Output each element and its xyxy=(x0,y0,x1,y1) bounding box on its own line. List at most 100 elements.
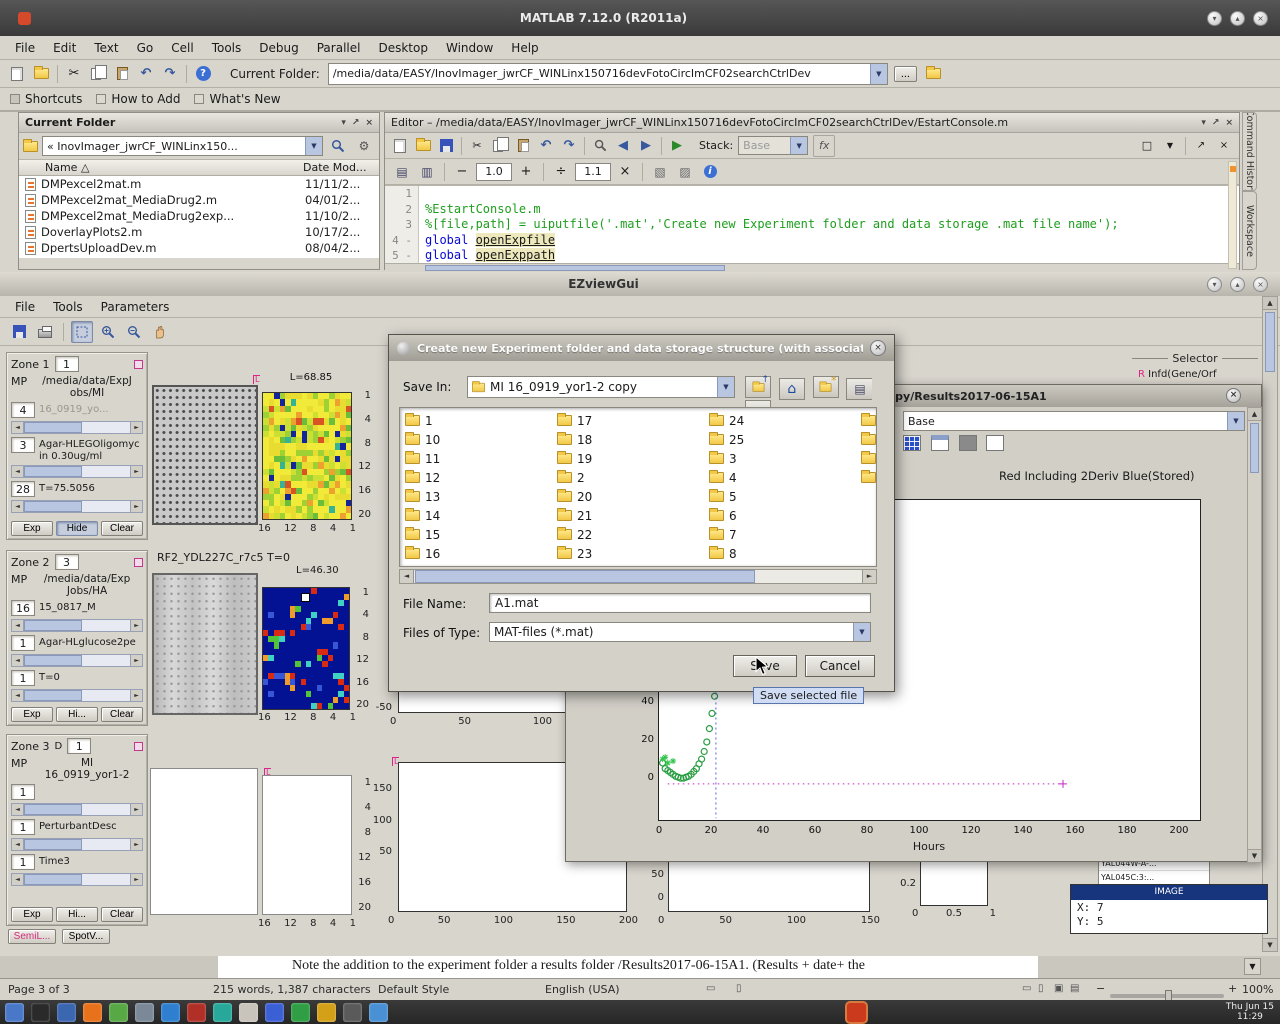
dropdown-icon[interactable]: ▼ xyxy=(1227,412,1244,430)
file-row[interactable]: DMPexcel2mat.m11/11/2... xyxy=(19,176,379,192)
split-cell-icon[interactable]: ▥ xyxy=(416,161,438,183)
folder-list-horizontal-scrollbar[interactable]: ◄ ► xyxy=(399,569,877,584)
results-vertical-scrollbar[interactable]: ▲ ▼ xyxy=(1247,407,1262,863)
zone2-field-3[interactable]: 1 xyxy=(11,670,35,686)
folder-item[interactable]: 15 xyxy=(405,525,557,544)
zone3-slider-1[interactable]: ◄► xyxy=(11,803,143,816)
redo-icon[interactable]: ↷ xyxy=(558,135,580,157)
new-file-icon[interactable] xyxy=(389,135,411,157)
find-icon[interactable] xyxy=(589,135,611,157)
open-file-icon[interactable] xyxy=(412,135,434,157)
folder-item[interactable]: 11 xyxy=(405,449,557,468)
undock-icon[interactable]: ↗ xyxy=(352,118,360,128)
copy-icon[interactable] xyxy=(489,135,511,157)
files-of-type-combo[interactable]: MAT-files (*.mat) ▼ xyxy=(489,622,871,642)
taskbar-app-mail[interactable] xyxy=(187,1003,206,1022)
slider-thumb[interactable] xyxy=(24,804,82,815)
folder-item[interactable]: 18 xyxy=(557,430,709,449)
zone1-heatmap[interactable] xyxy=(262,392,352,520)
back-icon[interactable]: ◀ xyxy=(612,135,634,157)
taskbar-app-calc[interactable] xyxy=(291,1003,310,1022)
shortcut-how-to-add[interactable]: How to Add xyxy=(96,92,180,106)
browse-folder-button[interactable]: ... xyxy=(894,66,917,82)
matlab-menu-help[interactable]: Help xyxy=(502,38,547,58)
spotview-button[interactable]: SpotV... xyxy=(62,929,110,944)
zoom-in-icon[interactable]: + xyxy=(1228,982,1237,995)
tab-command-history[interactable]: Command History xyxy=(1242,112,1257,191)
save-icon[interactable] xyxy=(435,135,457,157)
taskbar-app-firefox[interactable] xyxy=(83,1003,102,1022)
file-list-header[interactable]: Name △ Date Mod... xyxy=(19,160,379,176)
redo-icon[interactable]: ↷ xyxy=(159,63,181,85)
zone2-plate-image[interactable] xyxy=(152,573,258,715)
folder-item[interactable]: 22 xyxy=(557,525,709,544)
selected-cell-marker[interactable] xyxy=(301,593,310,602)
zone3-hide-button[interactable]: Hi... xyxy=(56,907,98,922)
single-page-view-icon[interactable]: ▭ xyxy=(1022,983,1031,994)
open-file-icon[interactable] xyxy=(30,63,52,85)
scroll-up-icon[interactable]: ▲ xyxy=(1263,297,1277,310)
matlab-menu-cell[interactable]: Cell xyxy=(162,38,202,58)
sort-ascending-icon[interactable]: △ xyxy=(81,161,89,174)
slider-thumb[interactable] xyxy=(24,690,82,701)
close-icon[interactable]: × xyxy=(1253,11,1268,26)
cell-value-2[interactable]: 1.1 xyxy=(575,163,611,181)
info-icon[interactable]: i xyxy=(699,161,721,183)
print-icon[interactable] xyxy=(34,321,56,343)
zone2-clear-button[interactable]: Clear xyxy=(101,707,143,722)
status-paragraph-style[interactable]: Default Style xyxy=(378,983,449,996)
close-panel-icon[interactable]: × xyxy=(365,118,373,128)
divide-icon[interactable]: ÷ xyxy=(550,161,572,183)
pan-hand-icon[interactable] xyxy=(149,321,171,343)
zoom-slider[interactable] xyxy=(1110,994,1224,998)
zone1-slider-3[interactable]: ◄► xyxy=(11,500,143,513)
slider-thumb[interactable] xyxy=(24,620,82,631)
zone2-slider-1[interactable]: ◄► xyxy=(11,619,143,632)
zone3-detach-icon[interactable] xyxy=(134,742,143,751)
zoom-out-icon[interactable] xyxy=(123,321,145,343)
taskbar-app-writer[interactable] xyxy=(265,1003,284,1022)
book-view-icon[interactable]: ▣ xyxy=(1054,983,1063,994)
slider-right-icon[interactable]: ► xyxy=(130,655,142,666)
slider-right-icon[interactable]: ► xyxy=(130,690,142,701)
undock-icon[interactable]: ↗ xyxy=(1212,118,1220,128)
matlab-menu-window[interactable]: Window xyxy=(437,38,502,58)
folder-item[interactable]: 10 xyxy=(405,430,557,449)
maximize-icon[interactable]: ▴ xyxy=(1230,277,1245,292)
status-word-count[interactable]: 215 words, 1,387 characters xyxy=(213,983,371,996)
zone1-hide-button[interactable]: Hide xyxy=(56,521,98,536)
folder-item[interactable]: 12 xyxy=(405,468,557,487)
slider-right-icon[interactable]: ► xyxy=(130,839,142,850)
folder-address-combo[interactable]: « InovImager_jwrCF_WINLinx150... ▼ xyxy=(42,136,323,156)
matlab-menu-file[interactable]: File xyxy=(6,38,44,58)
folder-item[interactable]: 3 xyxy=(709,449,861,468)
semilog-button[interactable]: SemiL... xyxy=(8,929,56,944)
matlab-menu-text[interactable]: Text xyxy=(85,38,127,58)
zone1-exp-button[interactable]: Exp xyxy=(11,521,53,536)
paste-icon[interactable] xyxy=(111,63,133,85)
status-page-number[interactable]: Page 3 of 3 xyxy=(8,983,70,996)
slider-thumb[interactable] xyxy=(24,422,82,433)
warning-marker[interactable] xyxy=(1230,166,1236,172)
matlab-menu-edit[interactable]: Edit xyxy=(44,38,85,58)
run-icon[interactable]: ▶ xyxy=(666,135,688,157)
save-in-combo[interactable]: MI 16_0919_yor1-2 copy ▼ xyxy=(467,376,735,398)
slider-left-icon[interactable]: ◄ xyxy=(12,839,24,850)
slider-right-icon[interactable]: ► xyxy=(130,620,142,631)
cell-value-1[interactable]: 1.0 xyxy=(476,163,512,181)
dropdown-icon[interactable]: ▼ xyxy=(870,64,887,84)
folder-item-clipped[interactable] xyxy=(861,411,877,430)
zone1-slider-2[interactable]: ◄► xyxy=(11,465,143,478)
taskbar-app-files[interactable] xyxy=(57,1003,76,1022)
taskbar-app-media[interactable] xyxy=(213,1003,232,1022)
dock-icon[interactable]: ▾ xyxy=(1201,118,1206,128)
zoom-out-icon[interactable]: − xyxy=(1096,982,1105,995)
slider-right-icon[interactable]: ► xyxy=(130,422,142,433)
insert-cell-icon[interactable]: ▤ xyxy=(391,161,413,183)
slider-right-icon[interactable]: ► xyxy=(130,804,142,815)
slider-left-icon[interactable]: ◄ xyxy=(12,422,24,433)
web-view-icon[interactable]: ▤ xyxy=(1070,983,1079,994)
zone2-index-field[interactable]: 3 xyxy=(55,554,79,570)
folder-item[interactable]: 24 xyxy=(709,411,861,430)
slider-thumb[interactable] xyxy=(24,839,82,850)
